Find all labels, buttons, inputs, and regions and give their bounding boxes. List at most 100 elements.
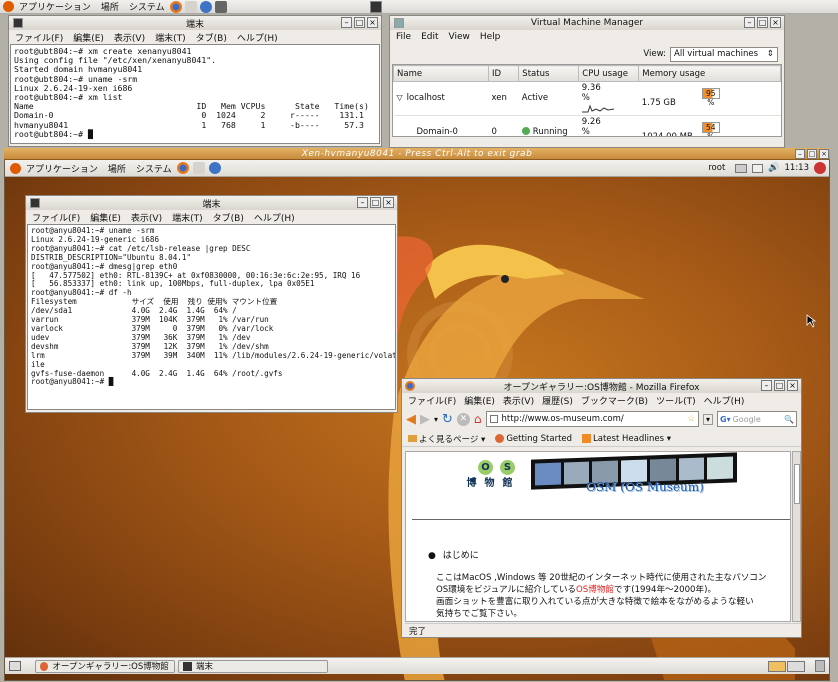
- menu-item[interactable]: ファイル(F): [408, 394, 456, 407]
- google-icon[interactable]: G▾: [720, 415, 731, 424]
- close-button[interactable]: ×: [383, 197, 394, 208]
- menu-item[interactable]: 編集(E): [464, 394, 495, 407]
- guest-system-menu[interactable]: システム: [136, 162, 172, 175]
- reload-icon[interactable]: ↻: [442, 412, 453, 427]
- back-arrow-icon[interactable]: ◀: [406, 412, 416, 427]
- menu-item[interactable]: ツール(T): [656, 394, 696, 407]
- menu-item[interactable]: Help: [480, 32, 501, 42]
- expander-icon[interactable]: ▽: [397, 93, 403, 102]
- guest-places-menu[interactable]: 場所: [108, 162, 126, 175]
- show-desktop-icon[interactable]: [9, 661, 21, 671]
- bookmark-latest-headlines[interactable]: Latest Headlines ▾: [582, 434, 671, 444]
- menu-item[interactable]: ファイル(F): [15, 31, 63, 44]
- menu-item[interactable]: 表示(V): [131, 211, 162, 224]
- maximize-button[interactable]: □: [370, 197, 381, 208]
- taskbar-firefox[interactable]: オープンギャラリー:OS博物館 ...: [35, 659, 175, 673]
- menu-item[interactable]: タブ(B): [196, 31, 227, 44]
- volume-icon[interactable]: 🔊: [768, 163, 779, 173]
- forward-arrow-icon[interactable]: ▶: [420, 412, 430, 427]
- menu-item[interactable]: ヘルプ(H): [254, 211, 295, 224]
- menu-item[interactable]: タブ(B): [213, 211, 244, 224]
- menu-item[interactable]: ヘルプ(H): [704, 394, 745, 407]
- menu-item[interactable]: 履歴(S): [542, 394, 573, 407]
- vmm-titlebar[interactable]: Virtual Machine Manager – □ ×: [390, 16, 784, 30]
- mail-launcher-icon[interactable]: [184, 0, 197, 13]
- history-dropdown-icon[interactable]: ▾: [434, 415, 438, 424]
- column-header[interactable]: Name: [393, 65, 489, 82]
- menu-item[interactable]: File: [396, 32, 411, 42]
- menu-item[interactable]: ファイル(F): [32, 211, 80, 224]
- menu-item[interactable]: Edit: [421, 32, 438, 42]
- column-header[interactable]: Status: [518, 65, 580, 82]
- menu-item[interactable]: ブックマーク(B): [581, 394, 648, 407]
- clock[interactable]: 11:13: [785, 163, 810, 173]
- host-places-menu[interactable]: 場所: [101, 0, 119, 13]
- user-name[interactable]: root: [708, 163, 725, 173]
- search-icon[interactable]: 🔍: [784, 415, 794, 424]
- firefox-titlebar[interactable]: オープンギャラリー:OS博物館 - Mozilla Firefox – □ ×: [402, 379, 801, 393]
- maximize-button[interactable]: □: [757, 17, 768, 28]
- trash-icon[interactable]: [815, 660, 825, 672]
- menu-item[interactable]: 端末(T): [172, 211, 203, 224]
- table-row[interactable]: Domain-0 0 Running 9.26 % 1024.00 MB 54 %: [393, 115, 781, 136]
- column-header[interactable]: CPU usage: [578, 65, 640, 82]
- close-button[interactable]: ×: [367, 17, 378, 28]
- guest-terminal-output[interactable]: root@anyu8041:~# uname -srm Linux 2.6.24-…: [27, 224, 396, 410]
- close-button[interactable]: ×: [770, 17, 781, 28]
- help-launcher-icon[interactable]: [199, 0, 212, 13]
- close-button[interactable]: ×: [787, 380, 798, 391]
- column-header[interactable]: ID: [487, 65, 520, 82]
- table-row[interactable]: ▽ localhost xen Active 9.36 % 1.75 GB95 %: [393, 81, 781, 116]
- maximize-button[interactable]: □: [354, 17, 365, 28]
- guest-applications-menu[interactable]: アプリケーション: [26, 162, 98, 175]
- menu-item[interactable]: 端末(T): [155, 31, 186, 44]
- minimize-button[interactable]: –: [357, 197, 368, 208]
- keyboard-icon[interactable]: [735, 163, 748, 173]
- ubuntu-logo-icon[interactable]: [10, 162, 21, 174]
- maximize-button[interactable]: □: [774, 380, 785, 391]
- view-select[interactable]: All virtual machines ⇕: [670, 46, 778, 62]
- power-icon[interactable]: [814, 162, 826, 174]
- page-content[interactable]: OS 博物館 OSM (OS Museum) ● はじめに ここはMacOS ,W…: [405, 451, 791, 622]
- host-system-menu[interactable]: システム: [129, 0, 165, 13]
- menu-item[interactable]: 表示(V): [503, 394, 534, 407]
- menu-item[interactable]: View: [449, 32, 470, 42]
- host-applications-menu[interactable]: アプリケーション: [19, 0, 91, 13]
- host-terminal-output[interactable]: root@ubt804:~# xm create xenanyu8041 Usin…: [10, 44, 380, 144]
- menu-item[interactable]: 編集(E): [73, 31, 104, 44]
- menu-item[interactable]: ヘルプ(H): [237, 31, 278, 44]
- url-bar[interactable]: http://www.os-museum.com/ ☆: [485, 411, 699, 427]
- taskbar-terminal[interactable]: 端末: [178, 659, 328, 673]
- url-dropdown-icon[interactable]: ▾: [702, 413, 713, 425]
- home-icon[interactable]: ⌂: [474, 412, 482, 426]
- firefox-launcher-icon[interactable]: [176, 162, 189, 174]
- menu-item[interactable]: 表示(V): [114, 31, 145, 44]
- ubuntu-logo-icon[interactable]: [3, 1, 14, 12]
- host-terminal-titlebar[interactable]: 端末 – □ ×: [9, 16, 381, 30]
- search-box[interactable]: G▾ Google 🔍: [717, 411, 797, 427]
- minimize-button[interactable]: –: [761, 380, 772, 391]
- terminal-indicator-icon[interactable]: [370, 1, 382, 13]
- mail-indicator-icon[interactable]: [752, 163, 764, 173]
- scrollbar-thumb[interactable]: [794, 464, 800, 504]
- minimize-button[interactable]: –: [341, 17, 352, 28]
- bookmark-getting-started[interactable]: Getting Started: [495, 434, 572, 444]
- bookmark-most-visited[interactable]: よく見るページ ▾: [408, 433, 485, 445]
- vertical-scrollbar[interactable]: [792, 451, 801, 622]
- stop-icon[interactable]: ✕: [456, 412, 470, 426]
- minimize-button[interactable]: –: [795, 149, 805, 159]
- screenshot-launcher-icon[interactable]: [214, 0, 227, 13]
- workspace-switcher[interactable]: [768, 660, 805, 672]
- help-launcher-icon[interactable]: [208, 162, 221, 174]
- menu-item[interactable]: 編集(E): [90, 211, 121, 224]
- guest-terminal-titlebar[interactable]: 端末 – □ ×: [26, 196, 397, 210]
- maximize-button[interactable]: □: [807, 149, 817, 159]
- firefox-launcher-icon[interactable]: [169, 0, 182, 13]
- mail-launcher-icon[interactable]: [192, 162, 205, 174]
- guest-window-titlebar[interactable]: Xen-hvmanyu8041 - Press Ctrl-Alt to exit…: [4, 148, 830, 160]
- bookmark-star-icon[interactable]: ☆: [687, 414, 695, 424]
- column-header[interactable]: Memory usage: [638, 65, 781, 82]
- close-button[interactable]: ×: [819, 149, 829, 159]
- minimize-button[interactable]: –: [744, 17, 755, 28]
- os-museum-link[interactable]: OS博物館: [576, 585, 614, 595]
